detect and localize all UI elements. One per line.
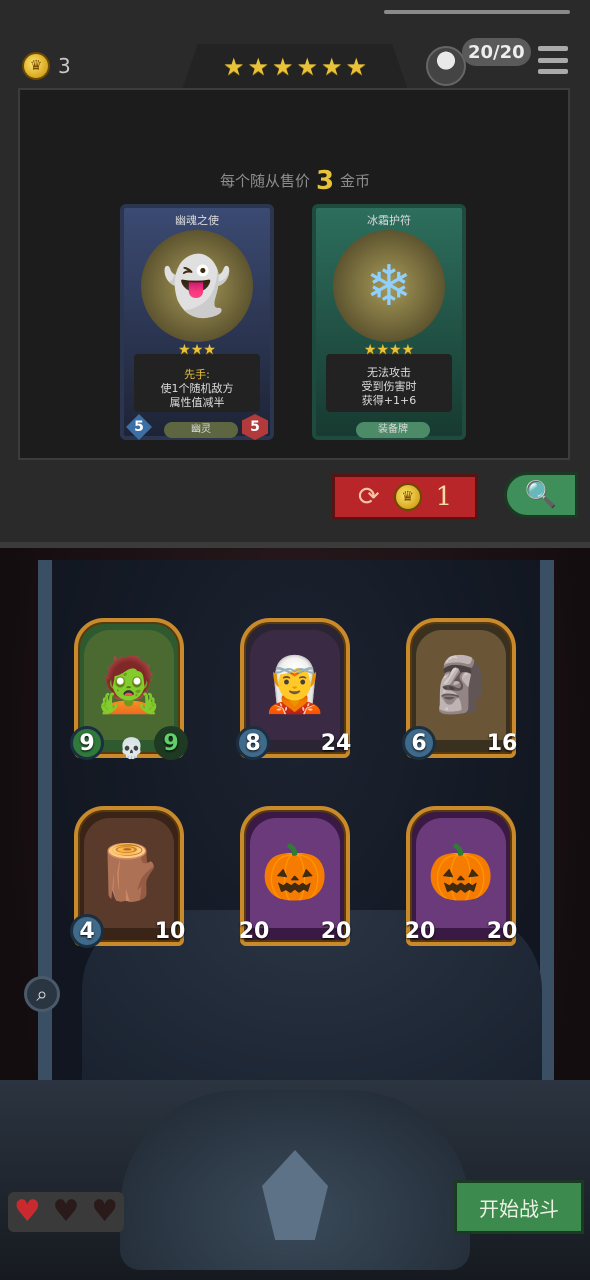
card-text-line: 属性值减半 [169, 396, 225, 409]
unit-health: 9 [154, 726, 188, 760]
star-icon: ★ [363, 342, 377, 358]
unit-attack: 8 [236, 726, 270, 760]
star-icon: ★ [389, 342, 402, 358]
card-description: 先手: 使1个随机敌方 属性值减半 [134, 354, 260, 412]
sell-price-info: 每个随从售价 3 金币 [0, 166, 590, 196]
heart-icon: ♥ [91, 1194, 119, 1229]
board-unit[interactable]: 🧟 9 💀 9 [70, 618, 188, 760]
card-attack: 5 [126, 414, 152, 440]
search-icon[interactable]: 🔍 [504, 472, 578, 518]
magnifier-icon[interactable]: ⌕ [24, 976, 60, 1012]
unit-attack: 20 [404, 918, 436, 944]
card-description: 无法攻击 受到伤害时 获得+1+6 [326, 354, 452, 412]
coin-icon: ♛ [393, 483, 422, 511]
board-unit[interactable]: 🪵 4 10 [70, 806, 185, 948]
tavern-tier-stars: ★ ★ ★ ★ ★ ★ [182, 44, 408, 90]
board-unit[interactable]: 🧝 8 24 [236, 618, 351, 760]
unit-attack: 4 [70, 914, 104, 948]
unit-health: 20 [320, 918, 352, 944]
gold-count: 3 [58, 54, 71, 78]
unit-portrait: 🎃 [416, 818, 506, 928]
card-text-line: 使1个随机敌方 [160, 382, 234, 395]
card-keyword: 先手: [184, 368, 210, 381]
game-screen: ♛ 3 ★ ★ ★ ★ ★ ★ 20/20 每个随从售价 3 金币 幽魂之使 👻 先… [0, 0, 590, 1280]
star-icon: ★ [178, 342, 191, 358]
star-icon: ★ [271, 53, 294, 81]
player-lives: ♥ ♥ ♥ [8, 1192, 124, 1232]
star-icon: ★ [222, 53, 245, 81]
star-icon: ★ [247, 53, 269, 81]
shop-area [18, 88, 570, 460]
star-icon: ★ [376, 342, 389, 358]
price-value: 3 [315, 166, 335, 196]
price-prefix: 每个随从售价 [219, 172, 310, 190]
refresh-icon: ⟳ [357, 482, 380, 512]
skull-icon: 💀 [119, 736, 144, 760]
card-stars: ★★★★ [316, 342, 462, 358]
unit-portrait: 🗿 [416, 630, 506, 740]
unit-portrait: 🎃 [250, 818, 340, 928]
shop-card-minion[interactable]: 幽魂之使 👻 先手: 使1个随机敌方 属性值减半 ★★★ 幽灵 5 5 [120, 204, 274, 440]
star-icon: ★ [401, 342, 415, 358]
unit-attack: 9 [70, 726, 104, 760]
shop-card-equipment[interactable]: 冰霜护符 ❄ 无法攻击 受到伤害时 获得+1+6 ★★★★ 装备牌 [312, 204, 466, 440]
card-stars: ★★★ [124, 342, 270, 358]
snowflake-gem-portrait: ❄ [333, 230, 445, 342]
price-suffix: 金币 [340, 172, 371, 190]
hamburger-icon[interactable] [538, 46, 568, 74]
unit-portrait: 🪵 [84, 818, 174, 928]
coin-icon: ♛ [22, 52, 50, 80]
card-name: 冰霜护符 [367, 214, 411, 227]
unit-portrait: 🧝 [250, 630, 340, 740]
star-icon: ★ [190, 342, 204, 358]
ghost-portrait: 👻 [141, 230, 253, 342]
star-icon: ★ [321, 53, 343, 81]
board-unit[interactable]: 🗿 6 16 [402, 618, 517, 760]
heart-icon: ♥ [52, 1194, 80, 1229]
board-unit[interactable]: 🎃 20 20 [239, 806, 351, 946]
board-unit[interactable]: 🎃 20 20 [405, 806, 517, 946]
lives-counter: 20/20 [462, 38, 531, 66]
card-type-tag: 装备牌 [356, 422, 430, 438]
status-indicator [384, 10, 570, 14]
heart-icon: ♥ [13, 1194, 41, 1229]
unit-health: 20 [486, 918, 518, 944]
refresh-cost: 1 [435, 482, 453, 512]
card-text-line: 获得+1+6 [361, 394, 417, 407]
refresh-button[interactable]: ⟳ ♛ 1 [332, 474, 478, 520]
unit-health: 24 [320, 730, 352, 756]
unit-health: 16 [486, 730, 518, 756]
star-icon: ★ [296, 53, 319, 81]
start-battle-button[interactable]: 开始战斗 [454, 1180, 584, 1234]
card-name: 幽魂之使 [175, 214, 219, 227]
unit-portrait: 🧟 [84, 630, 174, 740]
gold-display: ♛ 3 [22, 52, 71, 80]
card-text-line: 受到伤害时 [361, 380, 417, 393]
card-text-line: 无法攻击 [367, 366, 411, 379]
unit-attack: 6 [402, 726, 436, 760]
star-icon: ★ [345, 53, 368, 81]
card-health: 5 [242, 414, 268, 440]
unit-attack: 20 [238, 918, 270, 944]
star-icon: ★ [203, 342, 216, 358]
card-tribe-tag: 幽灵 [164, 422, 238, 438]
unit-health: 10 [154, 918, 186, 944]
player-avatar[interactable] [426, 46, 466, 86]
shop-panel: ♛ 3 ★ ★ ★ ★ ★ ★ 20/20 每个随从售价 3 金币 幽魂之使 👻 先… [0, 0, 590, 548]
